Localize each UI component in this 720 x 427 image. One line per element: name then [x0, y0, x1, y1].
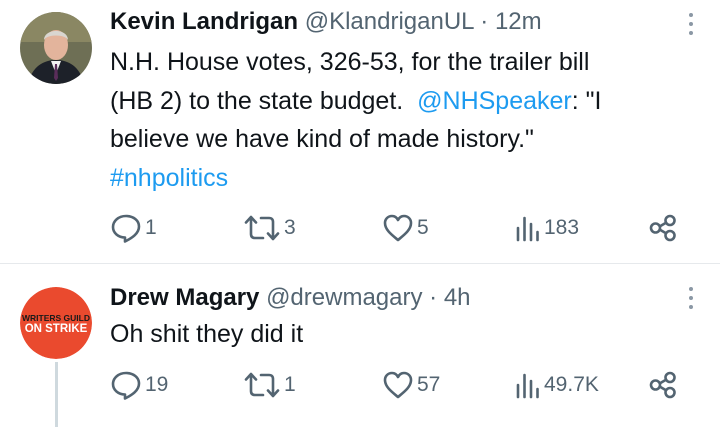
heart-icon [383, 214, 413, 242]
retweet-count: 3 [284, 216, 296, 239]
action-bar: 19 1 57 49.7K [110, 369, 710, 401]
tweet-header: Drew Magary @drewmagary · 4h [110, 283, 471, 313]
tweet-text: Oh shit they did it [110, 320, 304, 348]
reply-button[interactable]: 19 [110, 369, 168, 401]
avatar-text-top: WRITERS GUILD [22, 313, 90, 323]
views-count: 183 [544, 216, 580, 239]
tweet-2[interactable]: WRITERS GUILD ON STRIKE Drew Magary @dre… [0, 264, 720, 427]
like-count: 57 [417, 373, 441, 396]
reply-icon [111, 371, 141, 400]
retweet-button[interactable]: 3 [243, 212, 296, 244]
heart-icon [383, 371, 413, 399]
views-icon [516, 373, 539, 399]
retweet-count: 1 [284, 373, 296, 396]
hashtag-link[interactable]: #nhpolitics [110, 164, 228, 192]
avatar[interactable]: WRITERS GUILD ON STRIKE [20, 287, 92, 359]
share-icon [649, 371, 676, 399]
separator: · [429, 284, 438, 311]
separator: · [480, 8, 489, 35]
tweet-header: Kevin Landrigan @KlandriganUL · 12m [110, 7, 542, 37]
tweet-text: N.H. House votes, 326-53, for the traile… [110, 43, 700, 197]
views-button[interactable]: 49.7K [515, 369, 599, 401]
reply-count: 19 [145, 373, 169, 396]
views-button[interactable]: 183 [515, 212, 579, 244]
reply-button[interactable]: 1 [110, 212, 157, 244]
tweet-text-segment: (HB 2) to the state budget. [110, 86, 404, 115]
share-button[interactable] [648, 369, 678, 401]
like-button[interactable]: 57 [382, 369, 440, 401]
tweet-text-line: believe we have kind of made history." [110, 125, 534, 153]
views-count: 49.7K [544, 373, 599, 396]
more-icon[interactable] [688, 287, 694, 313]
more-icon[interactable] [688, 13, 694, 39]
like-count: 5 [417, 216, 429, 239]
tweet-1[interactable]: Kevin Landrigan @KlandriganUL · 12m N.H.… [0, 0, 720, 263]
share-button[interactable] [648, 212, 678, 244]
author-name[interactable]: Drew Magary [110, 284, 259, 311]
avatar[interactable] [20, 12, 92, 84]
avatar-text-bottom: ON STRIKE [25, 323, 88, 335]
author-name[interactable]: Kevin Landrigan [110, 8, 298, 35]
share-icon [649, 214, 676, 242]
timestamp[interactable]: 12m [495, 8, 542, 35]
like-button[interactable]: 5 [382, 212, 429, 244]
author-handle[interactable]: @drewmagary [266, 284, 422, 311]
tweet-text-line: N.H. House votes, 326-53, for the traile… [110, 48, 590, 76]
timestamp[interactable]: 4h [444, 284, 471, 311]
tweet-text-segment: : "I [571, 86, 602, 115]
reply-icon [111, 214, 141, 243]
retweet-button[interactable]: 1 [243, 369, 296, 401]
retweet-icon [244, 372, 280, 398]
mention-link[interactable]: @NHSpeaker [417, 87, 572, 115]
thread-line [55, 362, 58, 427]
views-icon [516, 216, 539, 242]
reply-count: 1 [145, 216, 157, 239]
action-bar: 1 3 5 183 [110, 212, 710, 244]
tweet-text-line: (HB 2) to the state budget. @NHSpeaker: … [110, 82, 700, 121]
retweet-icon [244, 215, 280, 241]
author-handle[interactable]: @KlandriganUL [305, 8, 474, 35]
